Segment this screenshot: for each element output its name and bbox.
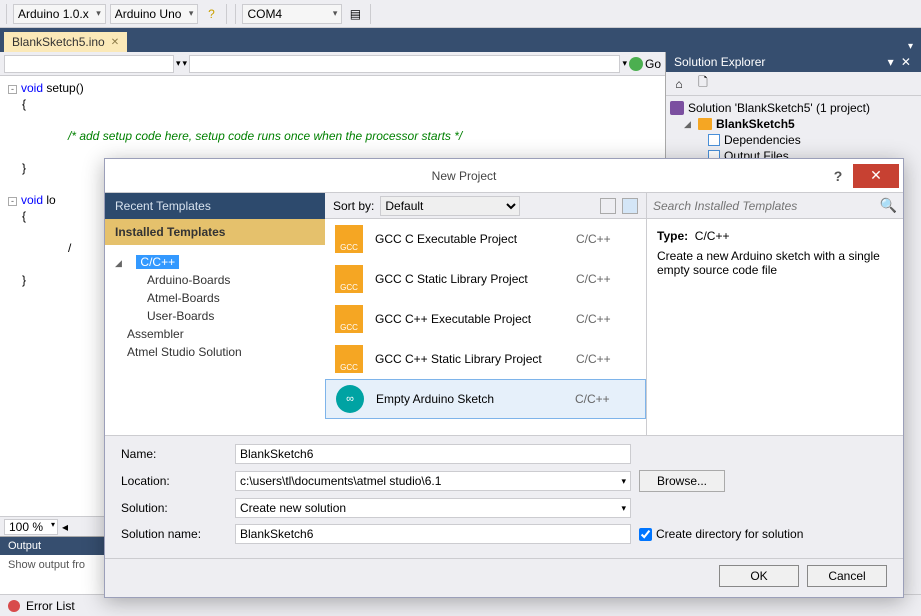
error-icon	[8, 600, 20, 612]
tab-blanksketch5[interactable]: BlankSketch5.ino ✕	[4, 32, 127, 52]
dialog-title: New Project	[105, 169, 823, 183]
ok-button[interactable]: OK	[719, 565, 799, 587]
gcc-icon: GCC	[335, 265, 363, 293]
go-button[interactable]: Go	[629, 57, 661, 71]
chevron-down-icon[interactable]: ▾	[176, 58, 181, 69]
template-item-selected[interactable]: ∞ Empty Arduino Sketch C/C++	[325, 379, 646, 419]
board-dropdown[interactable]: Arduino Uno	[110, 4, 199, 24]
file-icon	[708, 134, 720, 146]
chevron-down-icon[interactable]: ▾	[622, 58, 627, 69]
error-list-tab[interactable]: Error List	[26, 599, 75, 613]
template-description: Type: C/C++ Create a new Arduino sketch …	[647, 219, 903, 287]
category-user-boards[interactable]: User-Boards	[115, 307, 315, 325]
location-dropdown[interactable]: c:\users\tl\documents\atmel studio\6.1	[235, 471, 631, 491]
search-icon[interactable]: 🔍	[880, 197, 897, 214]
solution-name-input[interactable]	[235, 524, 631, 544]
gcc-icon: GCC	[335, 225, 363, 253]
recent-templates-header[interactable]: Recent Templates	[105, 193, 325, 219]
location-label: Location:	[121, 474, 227, 488]
create-directory-checkbox[interactable]: Create directory for solution	[639, 527, 803, 541]
editor-nav-bar: ▾ ▾ ▾ Go	[0, 52, 665, 76]
name-label: Name:	[121, 447, 227, 461]
template-list: GCC GCC C Executable Project C/C++ GCC G…	[325, 219, 646, 435]
close-icon[interactable]: ✕	[111, 37, 119, 48]
solution-explorer-title: Solution Explorer ▾ ✕	[666, 52, 921, 72]
serial-icon[interactable]: ▤	[346, 5, 364, 23]
solution-dropdown[interactable]: Create new solution	[235, 498, 631, 518]
sort-by-label: Sort by:	[333, 199, 374, 213]
main-toolbar: Arduino 1.0.x Arduino Uno ? COM4 ▤	[0, 0, 921, 28]
dialog-close-button[interactable]: ✕	[853, 164, 899, 188]
template-item[interactable]: GCC GCC C Static Library Project C/C++	[325, 259, 646, 299]
scope-dropdown[interactable]	[4, 55, 174, 73]
template-item[interactable]: GCC GCC C++ Executable Project C/C++	[325, 299, 646, 339]
category-atmel-boards[interactable]: Atmel-Boards	[115, 289, 315, 307]
template-item[interactable]: GCC GCC C Executable Project C/C++	[325, 219, 646, 259]
solution-label: Solution:	[121, 501, 227, 515]
help-icon[interactable]: ?	[202, 5, 220, 23]
tab-overflow-icon[interactable]: ▾	[900, 41, 921, 52]
gcc-icon: GCC	[335, 305, 363, 333]
new-project-dialog: New Project ? ✕ Recent Templates Install…	[104, 158, 904, 598]
project-name-input[interactable]	[235, 444, 631, 464]
category-cpp[interactable]: ◢ C/C++	[115, 253, 315, 271]
category-arduino-boards[interactable]: Arduino-Boards	[115, 271, 315, 289]
browse-button[interactable]: Browse...	[639, 470, 725, 492]
arduino-version-dropdown[interactable]: Arduino 1.0.x	[13, 4, 106, 24]
refresh-icon[interactable]: 🗋	[694, 75, 712, 93]
installed-templates-header[interactable]: Installed Templates	[105, 219, 325, 245]
tab-label: BlankSketch5.ino	[12, 35, 105, 49]
view-small-icon[interactable]	[600, 198, 616, 214]
home-icon[interactable]: ⌂	[670, 75, 688, 93]
solution-icon	[670, 101, 684, 115]
category-atmel-solution[interactable]: Atmel Studio Solution	[115, 343, 315, 361]
member-dropdown[interactable]	[189, 55, 620, 73]
cancel-button[interactable]: Cancel	[807, 565, 887, 587]
gcc-icon: GCC	[335, 345, 363, 373]
arduino-icon: ∞	[336, 385, 364, 413]
folder-icon	[698, 118, 712, 130]
category-assembler[interactable]: Assembler	[115, 325, 315, 343]
zoom-dropdown[interactable]: 100 %	[4, 519, 58, 535]
chevron-down-icon[interactable]: ▾	[183, 58, 188, 69]
solution-name-label: Solution name:	[121, 527, 227, 541]
sort-by-dropdown[interactable]: Default	[380, 196, 520, 216]
document-tabbar: BlankSketch5.ino ✕ ▾	[0, 28, 921, 52]
search-templates-input[interactable]	[653, 199, 880, 213]
view-large-icon[interactable]	[622, 198, 638, 214]
template-category-panel: Recent Templates Installed Templates ◢ C…	[105, 193, 325, 435]
port-dropdown[interactable]: COM4	[242, 4, 342, 24]
template-item[interactable]: GCC GCC C++ Static Library Project C/C++	[325, 339, 646, 379]
scroll-left-icon[interactable]: ◂	[62, 520, 68, 534]
dialog-help-icon[interactable]: ?	[823, 168, 853, 184]
solution-explorer-toolbar: ⌂ 🗋	[666, 72, 921, 96]
